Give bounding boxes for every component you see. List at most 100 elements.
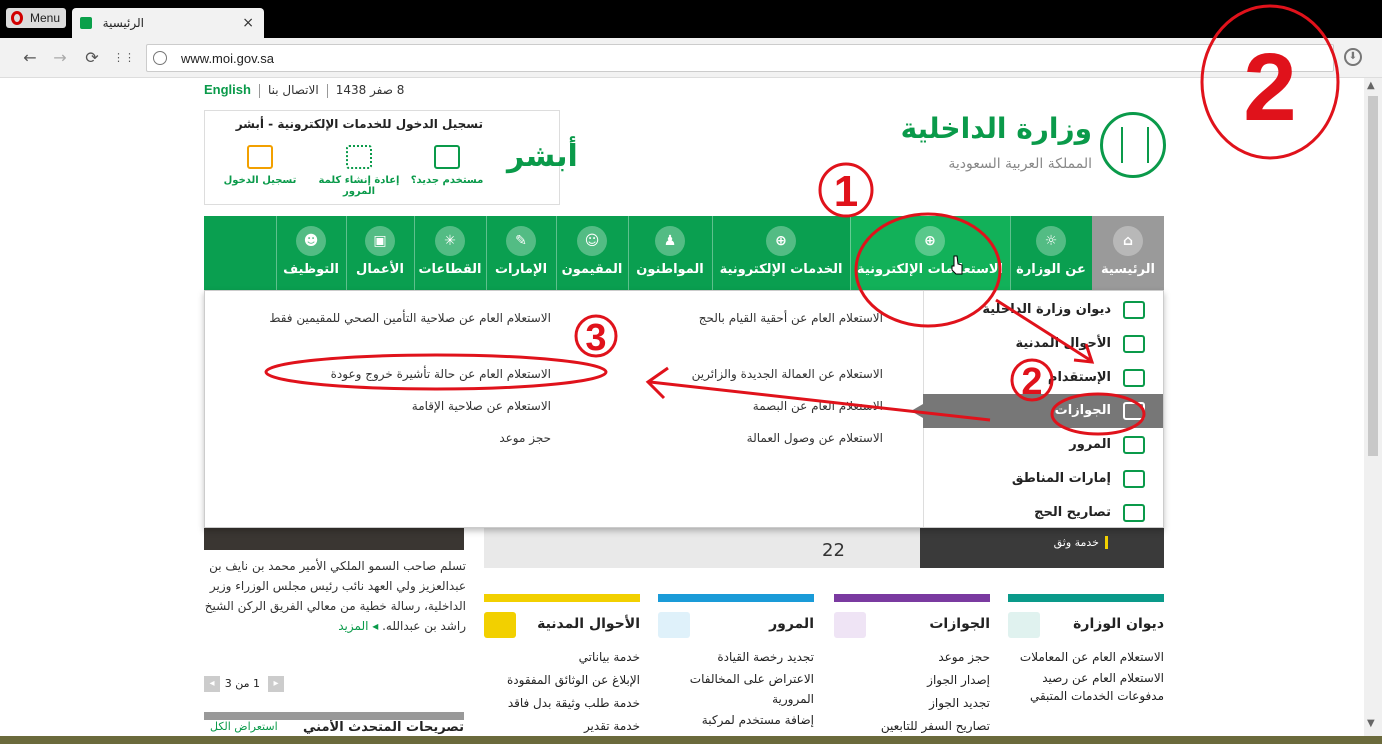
nav-about[interactable]: ☼ عن الوزارة — [1010, 216, 1092, 290]
pager-prev-icon[interactable]: ▸ — [268, 676, 284, 692]
download-icon[interactable]: ⬇ — [1344, 48, 1362, 66]
browser-toolbar: ← → ⟳ ⋮⋮ www.moi.gov.sa ⬇ — [0, 38, 1382, 78]
inquiry-link[interactable]: حجز موعد — [231, 427, 551, 449]
nav-home[interactable]: ⌂ الرئيسية — [1092, 216, 1164, 290]
column-link[interactable]: الاستعلام العام عن المعاملات — [1008, 646, 1164, 669]
side-item-recruitment[interactable]: الإستقدام — [923, 361, 1163, 395]
column-link[interactable]: خدمة طلب وثيقة بدل فاقد — [484, 692, 640, 715]
scroll-down-icon[interactable]: ▼ — [1367, 718, 1375, 729]
column-link[interactable]: حجز موعد — [834, 646, 990, 669]
top-info-bar: English الاتصال بنا 8 صفر 1438 — [204, 82, 404, 102]
browser-menu-button[interactable]: Menu — [6, 8, 66, 28]
nav-employment[interactable]: ☻ التوظيف — [276, 216, 346, 290]
column-title: الأحوال المدنية — [537, 616, 640, 632]
saudi-emblem-icon — [1100, 112, 1166, 178]
site-info-icon[interactable] — [153, 51, 167, 65]
ministry-office-icon — [1123, 301, 1145, 319]
employment-icon: ☻ — [296, 226, 326, 256]
citizen-icon: ♟ — [655, 226, 685, 256]
view-all-link[interactable]: استعراض الكل — [210, 720, 278, 733]
globe-icon: ⊕ — [766, 226, 796, 256]
reset-password-icon — [346, 145, 372, 169]
column-title: المرور — [769, 616, 814, 632]
nav-business[interactable]: ▣ الأعمال — [346, 216, 414, 290]
dropdown-side-menu: ديوان وزارة الداخلية الأحوال المدنية الإ… — [911, 291, 1163, 530]
new-user-link[interactable]: مستخدم جديد؟ — [397, 145, 497, 186]
reload-icon[interactable]: ⟳ — [80, 46, 104, 70]
banner-caption: خدمة وثق — [1054, 536, 1108, 549]
ministry-office-icon — [1008, 612, 1040, 638]
reset-password-link[interactable]: إعادة إنشاء كلمة المرور — [309, 145, 409, 197]
wathiq-banner[interactable]: خدمة وثق — [920, 528, 1164, 568]
back-icon[interactable]: ← — [18, 46, 42, 70]
forward-icon[interactable]: → — [48, 46, 72, 70]
hand-cursor-icon — [951, 255, 963, 275]
tab-title: الرئيسية — [102, 16, 144, 30]
nav-e-services[interactable]: ⊕ الخدمات الإلكترونية — [712, 216, 850, 290]
news-pager: ▸ 1 من 3 ◂ — [204, 676, 284, 694]
side-item-ministry-office[interactable]: ديوان وزارة الداخلية — [923, 293, 1163, 327]
inquiry-link[interactable]: الاستعلام العام عن أحقية القيام بالحج — [583, 307, 883, 329]
column-link[interactable]: إضافة مستخدم لمركبة — [658, 709, 814, 732]
column-link[interactable]: الاعتراض على المخالفات المرورية — [658, 669, 814, 709]
inquiry-link-visa-status[interactable]: الاستعلام العام عن حالة تأشيرة خروج وعود… — [231, 363, 551, 385]
calendar-banner[interactable]: 22 — [484, 528, 920, 568]
side-item-emirates[interactable]: إمارات المناطق — [923, 462, 1163, 496]
pager-next-icon[interactable]: ◂ — [204, 676, 220, 692]
news-more-link[interactable]: ◂ المزيد — [338, 619, 378, 633]
login-link[interactable]: تسجيل الدخول — [217, 145, 303, 186]
news-summary: تسلم صاحب السمو الملكي الأمير محمد بن نا… — [204, 556, 466, 636]
moi-logo[interactable]: وزارة الداخلية المملكة العربية السعودية — [901, 108, 1166, 182]
column-title: ديوان الوزارة — [1073, 616, 1164, 632]
car-icon — [658, 612, 690, 638]
recruitment-icon — [1123, 369, 1145, 387]
inquiry-link[interactable]: الاستعلام العام عن البصمة — [583, 395, 883, 417]
tab-close-icon[interactable]: × — [242, 8, 254, 38]
news-text: تسلم صاحب السمو الملكي الأمير محمد بن نا… — [204, 559, 466, 633]
column-link[interactable]: الاستعلام العام عن رصيد مدفوعات الخدمات … — [1008, 669, 1164, 705]
column-link[interactable]: خدمة بياناتي — [484, 646, 640, 669]
column-link[interactable]: تصاريح السفر للتابعين — [834, 715, 990, 736]
speed-dial-icon[interactable]: ⋮⋮ — [112, 46, 136, 70]
inquiries-dropdown: ديوان وزارة الداخلية الأحوال المدنية الإ… — [204, 290, 1164, 528]
side-item-traffic[interactable]: المرور — [923, 428, 1163, 462]
nav-inquiries[interactable]: ⊕ الاستعلامات الإلكترونية — [850, 216, 1010, 290]
scroll-up-icon[interactable]: ▲ — [1367, 80, 1375, 91]
contact-link[interactable]: الاتصال بنا — [268, 83, 319, 97]
page-scrollbar[interactable]: ▲ ▼ — [1364, 78, 1382, 736]
id-card-icon — [484, 612, 516, 638]
side-item-hajj-permits[interactable]: تصاريح الحج — [923, 496, 1163, 530]
nav-sectors[interactable]: ✳ القطاعات — [414, 216, 486, 290]
scroll-thumb[interactable] — [1368, 96, 1378, 456]
column-link[interactable]: الإبلاغ عن الوثائق المفقودة — [484, 669, 640, 692]
news-image[interactable] — [204, 528, 464, 550]
nav-emirates[interactable]: ✎ الإمارات — [486, 216, 556, 290]
absher-login-box: تسجيل الدخول للخدمات الإلكترونية - أبشر … — [204, 110, 578, 205]
english-link[interactable]: English — [204, 82, 251, 97]
inquiries-globe-icon: ⊕ — [915, 226, 945, 256]
browser-tab[interactable]: الرئيسية × — [72, 8, 264, 38]
column-link[interactable]: إصدار الجواز — [834, 669, 990, 692]
security-statements-section: تصريحات المتحدث الأمني استعراض الكل — [204, 712, 464, 736]
service-column-civil-affairs: الأحوال المدنية خدمة بياناتي الإبلاغ عن ا… — [484, 594, 640, 736]
favicon-icon — [80, 17, 92, 29]
service-column-ministry: ديوان الوزارة الاستعلام العام عن المعامل… — [1008, 594, 1164, 736]
logo-title: وزارة الداخلية — [900, 112, 1092, 145]
traffic-icon — [1123, 436, 1145, 454]
nav-citizens[interactable]: ♟ المواطنون — [628, 216, 712, 290]
ministry-emblem-icon: ☼ — [1036, 226, 1066, 256]
passports-icon — [1123, 402, 1145, 420]
inquiry-link[interactable]: الاستعلام عن صلاحية الإقامة — [231, 395, 551, 417]
side-item-civil-affairs[interactable]: الأحوال المدنية — [923, 327, 1163, 361]
inquiry-link[interactable]: الاستعلام عن وصول العمالة — [583, 427, 883, 449]
absher-heading: تسجيل الدخول للخدمات الإلكترونية - أبشر — [235, 117, 483, 131]
address-bar[interactable]: www.moi.gov.sa — [146, 44, 1334, 72]
inquiry-link[interactable]: الاستعلام العام عن صلاحية التأمين الصحي … — [231, 307, 551, 329]
nav-residents[interactable]: ☺ المقيمون — [556, 216, 628, 290]
side-item-passports[interactable]: الجوازات — [911, 394, 1163, 428]
inquiry-link[interactable]: الاستعلام عن العمالة الجديدة والزائرين — [583, 363, 883, 385]
column-link[interactable]: تجديد رخصة القيادة — [658, 646, 814, 669]
column-link[interactable]: خدمة تقدير — [484, 715, 640, 736]
residents-icon: ☺ — [577, 226, 607, 256]
column-link[interactable]: تجديد الجواز — [834, 692, 990, 715]
